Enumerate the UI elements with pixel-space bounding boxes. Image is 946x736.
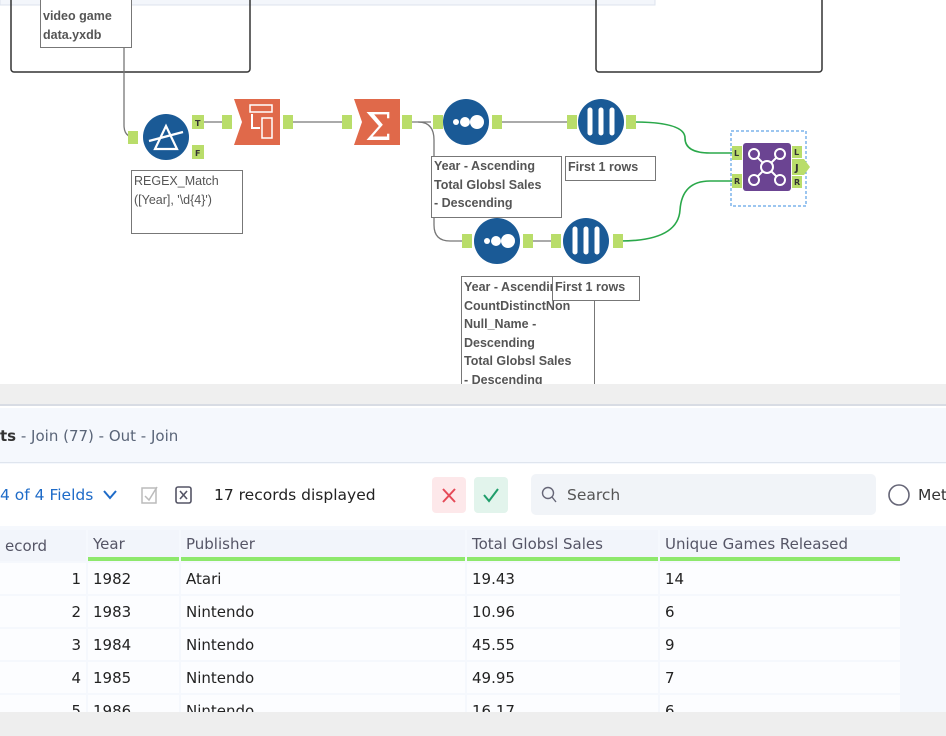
column-header-unique-games[interactable]: Unique Games Released	[660, 530, 900, 561]
results-title-prefix: ts	[0, 427, 17, 445]
connection	[123, 48, 135, 138]
connection-green	[632, 121, 734, 154]
table-row[interactable]: 1 1982 Atari 19.43 14	[0, 563, 900, 594]
anchor[interactable]	[283, 115, 293, 129]
check-icon	[483, 488, 499, 503]
clear-button[interactable]	[432, 477, 466, 513]
anchor[interactable]	[128, 131, 138, 144]
table-cell[interactable]: 49.95	[467, 662, 658, 693]
anchor[interactable]	[567, 115, 577, 129]
sigma-glyph: Σ	[365, 105, 392, 149]
panel-splitter[interactable]	[0, 384, 946, 406]
anchor-text: R	[794, 178, 800, 187]
chevron-down-icon[interactable]	[103, 490, 117, 500]
records-count: 17 records displayed	[214, 486, 376, 504]
results-title: ts - Join (77) - Out - Join	[0, 408, 946, 463]
metadata-radio[interactable]	[887, 483, 911, 507]
results-title-path: - Join (77) - Out - Join	[16, 427, 179, 445]
anchor-t-text: T	[195, 119, 201, 128]
table-row[interactable]: 2 1983 Nintendo 10.96 6	[0, 596, 900, 627]
deselect-all-icon[interactable]	[175, 486, 193, 504]
search-placeholder: Search	[567, 486, 621, 504]
anchor-text: J	[794, 163, 799, 174]
anchor[interactable]	[402, 115, 412, 129]
search-icon	[541, 486, 557, 503]
table-row[interactable]: 4 1985 Nintendo 49.95 7	[0, 662, 900, 693]
table-cell[interactable]: Nintendo	[181, 629, 465, 660]
table-cell[interactable]: 2	[0, 596, 86, 627]
x-icon	[442, 488, 456, 503]
formula-tool-icon[interactable]	[234, 99, 280, 145]
anchor[interactable]	[613, 234, 623, 248]
select-all-checkbox-icon[interactable]	[141, 485, 159, 505]
table-cell[interactable]: 1985	[88, 662, 179, 693]
sample1-annotation: First 1 rows	[565, 156, 656, 181]
anchor[interactable]	[342, 115, 352, 129]
connection-green	[619, 180, 734, 242]
results-panel: ts - Join (77) - Out - Join 4 of 4 Field…	[0, 408, 946, 726]
table-cell[interactable]: 1984	[88, 629, 179, 660]
anchor-text: R	[734, 177, 740, 186]
anchor-text: L	[734, 149, 739, 158]
table-cell[interactable]: 1982	[88, 563, 179, 594]
status-bar	[0, 712, 946, 736]
anchor[interactable]	[462, 234, 472, 248]
table-cell[interactable]: 6	[660, 596, 900, 627]
column-header-total-sales[interactable]: Total Globsl Sales	[467, 530, 658, 561]
table-cell[interactable]: 3	[0, 629, 86, 660]
column-header-publisher[interactable]: Publisher	[181, 530, 465, 561]
anchor[interactable]	[626, 115, 636, 129]
input-tool-annotation: video game data.yxdb	[40, 0, 132, 48]
sort1-annotation: Year - Ascending Total Globsl Sales - De…	[431, 156, 562, 218]
sample2-annotation: First 1 rows	[552, 276, 640, 301]
container-right[interactable]	[595, 0, 823, 73]
table-cell[interactable]: 45.55	[467, 629, 658, 660]
anchor[interactable]	[433, 115, 443, 129]
anchor[interactable]	[551, 234, 561, 248]
column-header-year[interactable]: Year	[88, 530, 179, 561]
table-cell[interactable]: 4	[0, 662, 86, 693]
workflow-canvas[interactable]: T F Σ L R L J R video game data.yxdb REG…	[0, 0, 946, 384]
column-header-record[interactable]: ecord	[0, 530, 86, 561]
fields-dropdown[interactable]: 4 of 4 Fields	[0, 485, 93, 505]
apply-button[interactable]	[474, 477, 508, 513]
anchor[interactable]	[222, 115, 232, 129]
anchor[interactable]	[523, 234, 533, 248]
search-input[interactable]: Search	[531, 474, 876, 515]
anchor[interactable]	[492, 115, 502, 129]
anchor-f-text: F	[195, 149, 200, 158]
table-cell[interactable]: Nintendo	[181, 596, 465, 627]
table-cell[interactable]: 10.96	[467, 596, 658, 627]
table-cell[interactable]: 1983	[88, 596, 179, 627]
filter-tool-annotation: REGEX_Match ([Year], '\d{4}')	[131, 170, 243, 234]
table-row[interactable]: 3 1984 Nintendo 45.55 9	[0, 629, 900, 660]
table-cell[interactable]: Atari	[181, 563, 465, 594]
table-cell[interactable]: 7	[660, 662, 900, 693]
table-cell[interactable]: Nintendo	[181, 662, 465, 693]
table-cell[interactable]: 9	[660, 629, 900, 660]
table-cell[interactable]: 1	[0, 563, 86, 594]
table-cell[interactable]: 14	[660, 563, 900, 594]
anchor-text: L	[794, 148, 799, 157]
table-cell[interactable]: 19.43	[467, 563, 658, 594]
results-toolbar: 4 of 4 Fields 17 records displayed Searc…	[0, 464, 946, 526]
metadata-label: Met	[918, 486, 946, 504]
